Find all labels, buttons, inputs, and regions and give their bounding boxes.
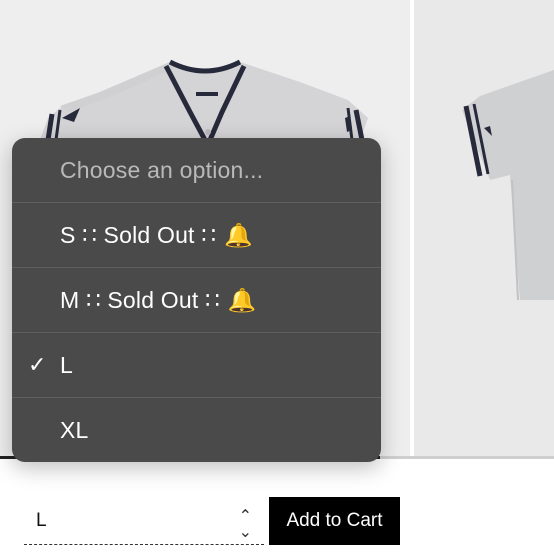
dropdown-option-m[interactable]: M ∷ Sold Out ∷ 🔔 (12, 267, 381, 332)
option-label: M ∷ Sold Out ∷ (60, 286, 220, 313)
size-select[interactable]: L ⌃ ⌄ (24, 497, 264, 545)
size-options-dropdown[interactable]: Choose an option... S ∷ Sold Out ∷ 🔔 M ∷… (12, 138, 381, 462)
up-down-chevron-icon: ⌃ ⌄ (238, 508, 252, 541)
option-label: S ∷ Sold Out ∷ (60, 221, 217, 248)
dropdown-option-s[interactable]: S ∷ Sold Out ∷ 🔔 (12, 202, 381, 267)
option-label: XL (60, 416, 89, 443)
dropdown-option-l[interactable]: ✓ L (12, 332, 381, 397)
placeholder-label: Choose an option... (60, 156, 264, 183)
dropdown-option-placeholder[interactable]: Choose an option... (12, 138, 381, 202)
size-select-value: L (36, 510, 47, 531)
option-label: L (60, 351, 73, 378)
add-to-cart-button[interactable]: Add to Cart (269, 497, 400, 545)
checkmark-icon: ✓ (28, 352, 47, 377)
dropdown-option-xl[interactable]: XL (12, 397, 381, 462)
bell-icon: 🔔 (227, 286, 257, 313)
bell-icon: 🔔 (224, 221, 253, 248)
